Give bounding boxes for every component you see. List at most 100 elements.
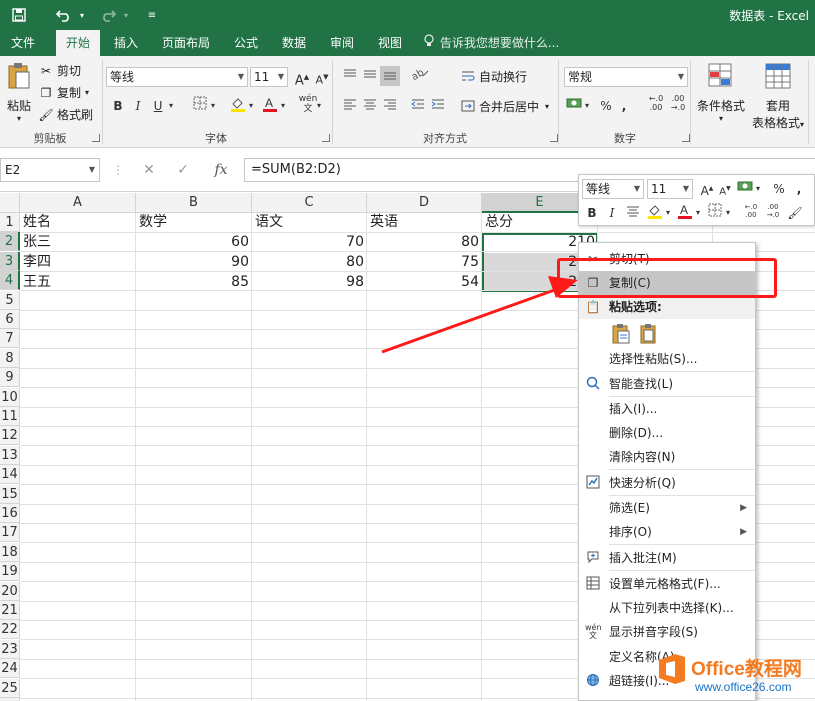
clipboard-launcher-icon[interactable] xyxy=(92,134,100,142)
mini-font-color-icon[interactable]: A xyxy=(675,203,695,223)
menu-item-show-phonetic[interactable]: wén 文 显示拼音字段(S) xyxy=(579,620,755,644)
borders-dropdown-icon[interactable]: ▾ xyxy=(208,96,218,116)
mini-fill-dropdown-icon[interactable]: ▾ xyxy=(663,203,673,223)
row-header-11[interactable]: 11 xyxy=(0,407,20,426)
row-header-19[interactable]: 19 xyxy=(0,562,20,581)
mini-bold-button[interactable]: B xyxy=(582,203,602,223)
cell-c3[interactable]: 80 xyxy=(252,253,367,272)
mini-italic-button[interactable]: I xyxy=(602,203,622,223)
row-header-2[interactable]: 2 xyxy=(0,232,20,251)
format-painter-button[interactable]: 🖌 格式刷 xyxy=(38,106,93,123)
format-as-table-button[interactable]: 套用 表格格式▾ xyxy=(748,62,808,131)
alignment-launcher-icon[interactable] xyxy=(550,134,558,142)
align-center-icon[interactable] xyxy=(360,96,380,116)
fill-color-dropdown-icon[interactable]: ▾ xyxy=(246,96,256,116)
merge-center-button[interactable]: 合并后居中 ▾ xyxy=(460,98,549,115)
row-header-16[interactable]: 16 xyxy=(0,504,20,523)
comma-button[interactable]: , xyxy=(614,96,634,116)
row-header-13[interactable]: 13 xyxy=(0,446,20,465)
number-launcher-icon[interactable] xyxy=(682,134,690,142)
cell-d1[interactable]: 英语 xyxy=(367,213,482,232)
mini-borders-icon[interactable] xyxy=(705,203,725,223)
cell-b1[interactable]: 数学 xyxy=(136,213,252,232)
cell-a3[interactable]: 李四 xyxy=(20,253,136,272)
redo-dropdown-icon[interactable]: ▾ xyxy=(120,5,132,25)
row-header-5[interactable]: 5 xyxy=(0,291,20,310)
cell-b3[interactable]: 90 xyxy=(136,253,252,272)
mini-align-center-icon[interactable] xyxy=(623,203,643,223)
tab-view[interactable]: 视图 xyxy=(370,30,410,56)
underline-button[interactable]: U xyxy=(148,96,168,116)
paste-button[interactable]: 粘贴 ▾ xyxy=(4,62,34,123)
redo-icon[interactable] xyxy=(96,5,120,25)
font-name-combo[interactable]: 等线 ▼ xyxy=(106,67,248,87)
menu-item-clear-contents[interactable]: 清除内容(N) xyxy=(579,445,755,469)
accounting-dropdown-icon[interactable]: ▾ xyxy=(582,96,592,116)
increase-indent-icon[interactable] xyxy=(428,96,448,116)
tab-home[interactable]: 开始 xyxy=(56,30,100,56)
row-header-12[interactable]: 12 xyxy=(0,426,20,445)
mini-borders-dropdown-icon[interactable]: ▾ xyxy=(723,203,733,223)
mini-shrink-font-icon[interactable]: A▼ xyxy=(715,179,735,199)
row-header-24[interactable]: 24 xyxy=(0,659,20,678)
underline-dropdown-icon[interactable]: ▾ xyxy=(166,96,176,116)
menu-item-pick-from-list[interactable]: 从下拉列表中选择(K)... xyxy=(579,596,755,620)
mini-decrease-decimal-icon[interactable]: .00 →.0 xyxy=(763,203,783,223)
tab-page-layout[interactable]: 页面布局 xyxy=(154,30,218,56)
menu-item-filter[interactable]: 筛选(E) ▶ xyxy=(579,496,755,520)
undo-icon[interactable] xyxy=(52,5,76,25)
row-header-15[interactable]: 15 xyxy=(0,485,20,504)
cell-d3[interactable]: 75 xyxy=(367,253,482,272)
row-header-25[interactable]: 25 xyxy=(0,679,20,698)
cell-a2[interactable]: 张三 xyxy=(20,233,136,252)
column-header-c[interactable]: C xyxy=(252,193,367,213)
column-header-d[interactable]: D xyxy=(367,193,482,213)
align-right-icon[interactable] xyxy=(380,96,400,116)
decrease-decimal-icon[interactable]: .00 →.0 xyxy=(668,94,688,114)
drag-handle-icon[interactable]: ⋮ xyxy=(112,158,124,182)
row-header-18[interactable]: 18 xyxy=(0,543,20,562)
cell-d2[interactable]: 80 xyxy=(367,233,482,252)
cancel-formula-button[interactable]: ✕ xyxy=(136,158,162,182)
mini-accounting-dropdown-icon[interactable]: ▾ xyxy=(753,179,763,199)
fill-color-icon[interactable] xyxy=(228,96,248,116)
mini-accounting-icon[interactable] xyxy=(735,179,755,199)
menu-item-format-cells[interactable]: 设置单元格格式(F)... xyxy=(579,572,755,596)
mini-size-combo[interactable]: 11 ▼ xyxy=(647,179,693,199)
mini-font-color-dropdown-icon[interactable]: ▾ xyxy=(693,203,703,223)
increase-decimal-icon[interactable]: ←.0.00 xyxy=(646,94,666,114)
row-header-14[interactable]: 14 xyxy=(0,465,20,484)
row-header-20[interactable]: 20 xyxy=(0,582,20,601)
decrease-indent-icon[interactable] xyxy=(408,96,428,116)
customize-icon[interactable]: ≡ xyxy=(145,5,159,25)
menu-item-delete[interactable]: 删除(D)... xyxy=(579,421,755,445)
cut-button[interactable]: ✂ 剪切 xyxy=(38,62,81,79)
mini-font-combo[interactable]: 等线 ▼ xyxy=(582,179,644,199)
row-header-10[interactable]: 10 xyxy=(0,388,20,407)
menu-item-sort[interactable]: 排序(O) ▶ xyxy=(579,520,755,544)
menu-item-smart-lookup[interactable]: 智能查找(L) xyxy=(579,372,755,396)
tell-me-search[interactable]: 告诉我您想要做什么... xyxy=(424,30,559,56)
row-header-17[interactable]: 17 xyxy=(0,523,20,542)
undo-dropdown-icon[interactable]: ▾ xyxy=(76,5,88,25)
cell-b2[interactable]: 60 xyxy=(136,233,252,252)
shrink-font-button[interactable]: A▼ xyxy=(312,67,332,87)
row-header-22[interactable]: 22 xyxy=(0,620,20,639)
row-header-3[interactable]: 3 xyxy=(0,252,20,271)
insert-function-button[interactable]: fx xyxy=(206,158,236,182)
menu-item-insert[interactable]: 插入(I)... xyxy=(579,397,755,421)
row-header-7[interactable]: 7 xyxy=(0,329,20,348)
cell-c1[interactable]: 语文 xyxy=(252,213,367,232)
menu-item-quick-analysis[interactable]: 快速分析(Q) xyxy=(579,471,755,495)
align-left-icon[interactable] xyxy=(340,96,360,116)
mini-percent-button[interactable]: % xyxy=(769,179,789,199)
row-header-4[interactable]: 4 xyxy=(0,271,20,290)
row-header-8[interactable]: 8 xyxy=(0,349,20,368)
italic-button[interactable]: I xyxy=(128,96,148,116)
font-color-dropdown-icon[interactable]: ▾ xyxy=(278,96,288,116)
mini-format-painter-icon[interactable]: 🖌 xyxy=(785,203,805,223)
select-all-corner[interactable] xyxy=(0,193,20,213)
bold-button[interactable]: B xyxy=(108,96,128,116)
cell-a1[interactable]: 姓名 xyxy=(20,213,136,232)
mini-grow-font-icon[interactable]: A▲ xyxy=(697,179,717,199)
